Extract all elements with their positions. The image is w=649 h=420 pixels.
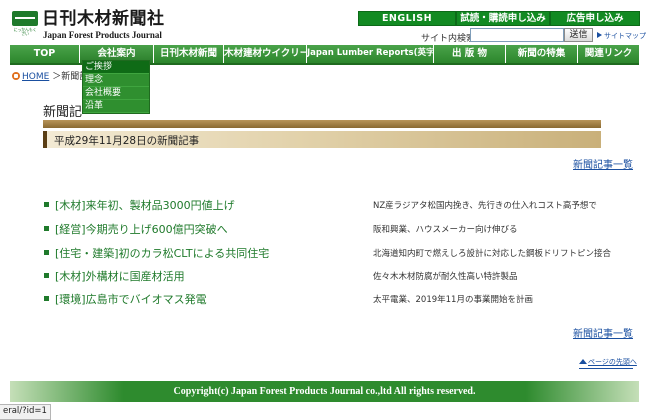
sitemap-link[interactable]: サイトマップ — [597, 31, 646, 41]
english-button[interactable]: ENGLISH — [358, 11, 456, 26]
logo-mark-icon — [12, 11, 38, 26]
home-icon — [12, 72, 20, 80]
search-submit-button[interactable]: 送信 — [564, 28, 593, 42]
arrow-up-icon — [579, 359, 587, 364]
list-item: [住宅・建築]初のカラ松CLTによる共同住宅 北海道知内町で燃えしろ設計に対応し… — [43, 245, 613, 261]
article-title-link[interactable]: [木材]外構材に国産材活用 — [55, 268, 185, 284]
copyright-text: Copyright(c) Japan Forest Products Journ… — [173, 386, 476, 397]
nav-publications[interactable]: 出 版 物 — [434, 45, 506, 63]
date-heading: 平成29年11月28日の新聞記事 — [54, 135, 200, 147]
bullet-square-icon — [44, 273, 49, 278]
article-summary: 阪和興業、ハウスメーカー向け伸びる — [373, 225, 518, 235]
logo-title-en: Japan Forest Products Journal — [43, 30, 162, 40]
article-list-link-top[interactable]: 新聞記事一覧 — [573, 156, 633, 171]
nav-weekly[interactable]: 木材建材ウイクリー — [224, 45, 309, 63]
logo-title-jp: 日刊木材新聞社 — [42, 9, 165, 29]
page-title: 新聞記 — [43, 105, 83, 120]
article-title-link[interactable]: [木材]来年初、製材品3000円値上げ — [55, 197, 235, 213]
article-title-link[interactable]: [経営]今期売り上げ600億円突破へ — [55, 221, 228, 237]
page-top-label: ページの先頭へ — [588, 358, 637, 366]
sitemap-label: サイトマップ — [604, 32, 646, 40]
page-top-link[interactable]: ページの先頭へ — [579, 357, 637, 367]
search-input[interactable] — [470, 28, 564, 42]
dropdown-item-overview[interactable]: 会社概要 — [83, 87, 149, 100]
dropdown-item-philosophy[interactable]: 理念 — [83, 74, 149, 87]
nav-related-links[interactable]: 関連リンク — [578, 45, 639, 63]
article-title-link[interactable]: [環境]広島市でバイオマス発電 — [55, 291, 207, 307]
list-item: [木材]来年初、製材品3000円値上げ NZ産ラジアタ松国内挽き、先行きの仕入れ… — [43, 197, 613, 213]
breadcrumb-home-link[interactable]: HOME — [22, 72, 49, 82]
advertise-button[interactable]: 広告申し込み — [550, 11, 640, 26]
article-summary: NZ産ラジアタ松国内挽き、先行きの仕入れコスト高予想で — [373, 201, 597, 211]
list-item: [環境]広島市でバイオマス発電 太平電業、2019年11月の事業開始を計画 — [43, 291, 613, 307]
article-list-link-bottom[interactable]: 新聞記事一覧 — [573, 325, 633, 340]
dropdown-item-greeting[interactable]: ご挨拶 — [83, 61, 149, 74]
search-label: サイト内検索 — [421, 34, 476, 44]
page-top-divider — [579, 368, 633, 369]
breadcrumb: HOME ＞新聞記 — [12, 69, 88, 82]
bullet-square-icon — [44, 202, 49, 207]
heading-divider — [43, 120, 601, 128]
article-summary: 太平電業、2019年11月の事業開始を計画 — [373, 295, 533, 305]
date-heading-bar: 平成29年11月28日の新聞記事 — [43, 131, 601, 148]
nav-japan-lumber-reports[interactable]: Japan Lumber Reports(英字紙) — [307, 45, 447, 63]
list-item: [経営]今期売り上げ600億円突破へ 阪和興業、ハウスメーカー向け伸びる — [43, 221, 613, 237]
site-logo[interactable]: にっかんもくざい 日刊木材新聞社 Japan Forest Products J… — [12, 9, 172, 41]
bullet-square-icon — [44, 226, 49, 231]
subscribe-button[interactable]: 試読・購読申し込み — [456, 11, 550, 26]
footer: Copyright(c) Japan Forest Products Journ… — [10, 381, 639, 402]
company-dropdown-menu: ご挨拶 理念 会社概要 沿革 — [82, 60, 150, 114]
article-title-link[interactable]: [住宅・建築]初のカラ松CLTによる共同住宅 — [55, 245, 269, 261]
logo-mark-caption: にっかんもくざい — [13, 27, 37, 36]
bullet-square-icon — [44, 296, 49, 301]
nav-top[interactable]: TOP — [10, 45, 80, 63]
article-summary: 佐々木木材防腐が耐久性高い特許製品 — [373, 272, 518, 282]
article-summary: 北海道知内町で燃えしろ設計に対応した鋼板ドリフトピン接合 — [373, 249, 612, 259]
list-item: [木材]外構材に国産材活用 佐々木木材防腐が耐久性高い特許製品 — [43, 268, 613, 284]
nav-daily-paper[interactable]: 日刊木材新聞 — [154, 45, 224, 63]
arrow-right-icon — [597, 32, 602, 38]
dropdown-item-history[interactable]: 沿革 — [83, 100, 149, 113]
bullet-square-icon — [44, 250, 49, 255]
nav-features[interactable]: 新聞の特集 — [506, 45, 578, 63]
